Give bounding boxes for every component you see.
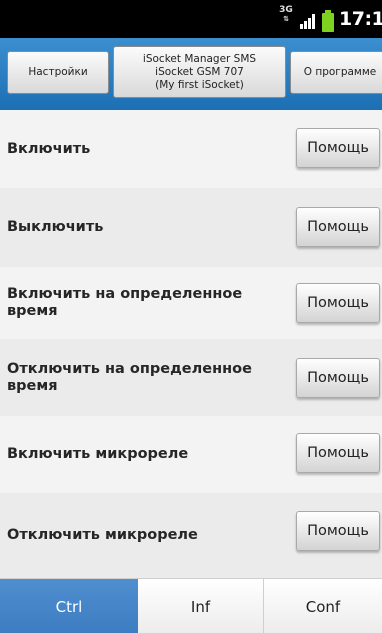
network-3g-icon: 3G ⇅ xyxy=(279,6,293,24)
device-info: iSocket Manager SMS iSocket GSM 707 (My … xyxy=(143,53,256,92)
command-label: Включить на определенное время xyxy=(7,286,243,319)
command-label: Отключить на определенное время xyxy=(7,360,252,394)
tab-ctrl[interactable]: Ctrl xyxy=(0,579,138,633)
device-button[interactable]: iSocket Manager SMS iSocket GSM 707 (My … xyxy=(113,46,286,98)
command-row-turn-on[interactable]: Включить Помощь xyxy=(0,110,382,188)
device-app-name: iSocket Manager SMS xyxy=(142,52,257,65)
about-button[interactable]: О программе xyxy=(290,51,382,94)
command-row-relay-on[interactable]: Включить микрореле Помощь xyxy=(0,416,382,493)
help-button[interactable]: Помощь xyxy=(296,283,380,323)
signal-icon xyxy=(300,14,315,29)
app-screen: 3G ⇅ 17:13 Настройки iSocket Manager SMS… xyxy=(0,0,382,633)
command-label: Включить xyxy=(7,140,91,157)
command-label: Выключить xyxy=(7,219,104,235)
help-button[interactable]: Помощь xyxy=(296,511,380,551)
device-nickname: (My first iSocket) xyxy=(155,78,244,91)
device-model: iSocket GSM 707 xyxy=(155,65,244,78)
clock: 17:13 xyxy=(339,8,382,30)
command-row-timed-off[interactable]: Отключить на определенное время Помощь xyxy=(0,339,382,416)
bottom-tab-bar: Ctrl Inf Conf xyxy=(0,578,382,633)
tab-inf[interactable]: Inf xyxy=(138,579,264,633)
tab-conf[interactable]: Conf xyxy=(264,579,382,633)
status-bar: 3G ⇅ 17:13 xyxy=(0,0,382,38)
help-button[interactable]: Помощь xyxy=(296,433,380,473)
settings-button[interactable]: Настройки xyxy=(7,51,109,94)
app-toolbar: Настройки iSocket Manager SMS iSocket GS… xyxy=(0,38,382,110)
command-row-turn-off[interactable]: Выключить Помощь xyxy=(0,188,382,267)
data-arrows-icon: ⇅ xyxy=(283,15,289,23)
command-row-relay-off[interactable]: Отключить микрореле Помощь xyxy=(0,493,382,578)
network-type-label: 3G xyxy=(279,5,293,15)
command-label: Включить микрореле xyxy=(7,446,189,462)
command-label: Отключить микрореле xyxy=(7,527,198,543)
help-button[interactable]: Помощь xyxy=(296,358,380,398)
command-row-timed-on[interactable]: Включить на определенное время Помощь xyxy=(0,267,382,339)
help-button[interactable]: Помощь xyxy=(296,207,380,247)
help-button[interactable]: Помощь xyxy=(296,128,380,168)
battery-icon xyxy=(322,10,334,32)
